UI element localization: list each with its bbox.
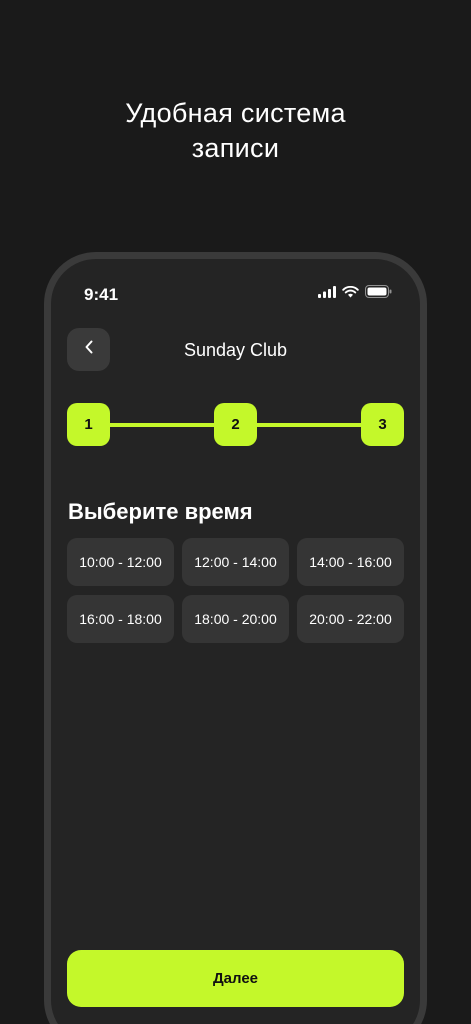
status-time: 9:41 — [84, 285, 119, 304]
phone-frame: 9:41 Sunday Club 1 2 3 Выберите время 10… — [44, 252, 427, 1024]
time-slot[interactable]: 16:00 - 18:00 — [67, 595, 174, 643]
step-1[interactable]: 1 — [67, 403, 110, 446]
page-title: Sunday Club — [183, 340, 288, 360]
time-slot[interactable]: 10:00 - 12:00 — [67, 538, 174, 586]
cellular-signal-icon — [318, 285, 336, 303]
status-bar: 9:41 — [51, 259, 420, 319]
top-navigation: Sunday Club — [51, 321, 420, 371]
next-button[interactable]: Далее — [67, 950, 404, 1007]
time-slot[interactable]: 12:00 - 14:00 — [182, 538, 289, 586]
progress-stepper: 1 2 3 — [67, 403, 404, 447]
section-title: Выберите время — [68, 499, 253, 524]
time-slot[interactable]: 18:00 - 20:00 — [182, 595, 289, 643]
wifi-icon — [342, 285, 359, 303]
battery-icon — [365, 285, 392, 303]
time-slot[interactable]: 20:00 - 22:00 — [297, 595, 404, 643]
promo-headline: Удобная система записи — [125, 98, 346, 163]
time-slot[interactable]: 14:00 - 16:00 — [297, 538, 404, 586]
status-icons — [318, 285, 392, 303]
time-slot-grid: 10:00 - 12:00 12:00 - 14:00 14:00 - 16:0… — [67, 538, 404, 643]
step-2[interactable]: 2 — [214, 403, 257, 446]
step-3[interactable]: 3 — [361, 403, 404, 446]
